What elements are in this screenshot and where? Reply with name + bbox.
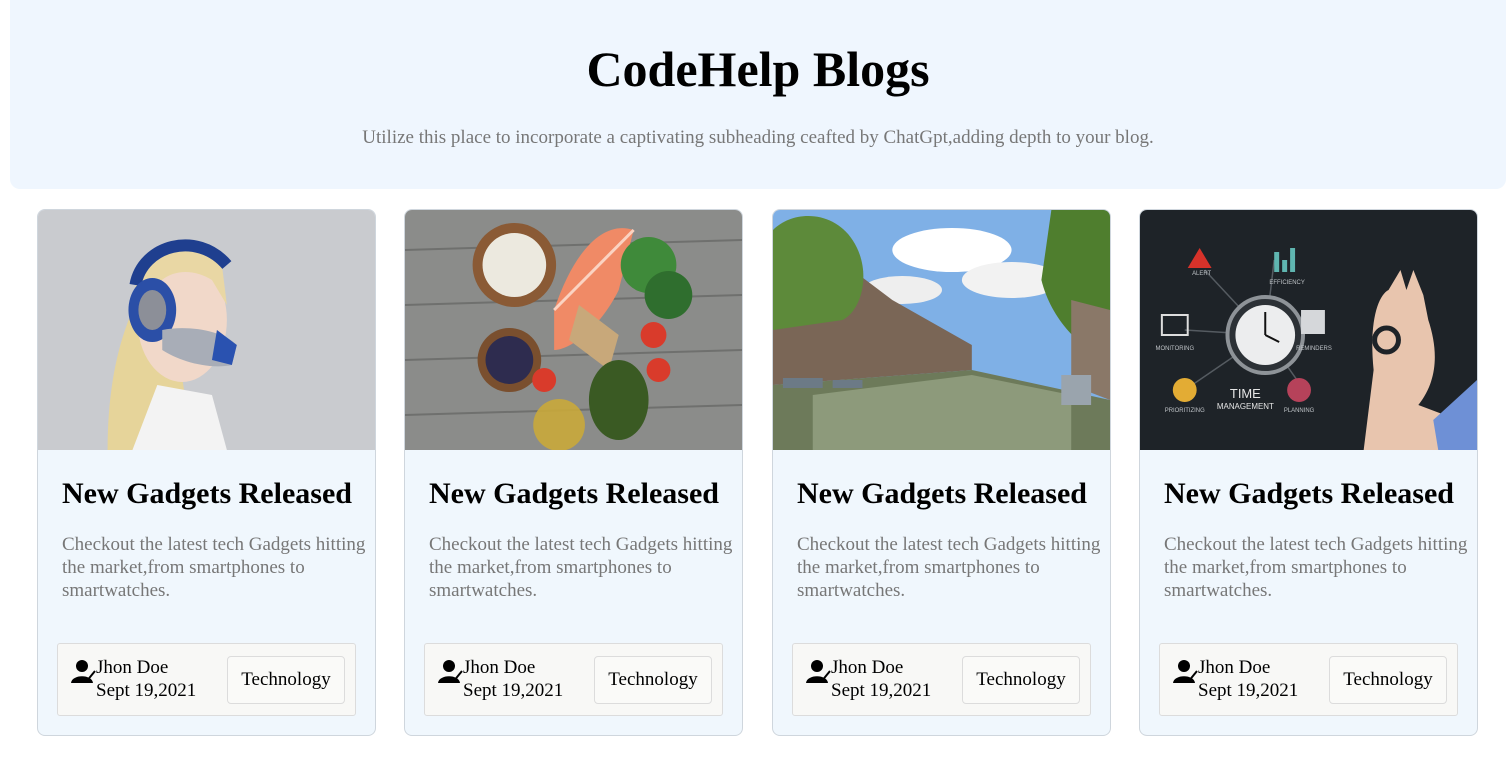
time-management-label: PRIORITIZING (1165, 408, 1205, 414)
time-management-label: MONITORING (1156, 346, 1195, 352)
post-date: Sept 19,2021 (831, 680, 932, 701)
blog-card[interactable]: New Gadgets Released Checkout the latest… (772, 209, 1111, 736)
blog-card-image[interactable] (405, 210, 742, 450)
time-management-heading: MANAGEMENT (1217, 402, 1274, 411)
blog-card[interactable]: New Gadgets Released Checkout the latest… (37, 209, 376, 736)
blog-card-meta: Jhon Doe Sept 19,2021 Technology (424, 643, 723, 716)
blog-card-meta: Jhon Doe Sept 19,2021 Technology (57, 643, 356, 716)
category-tag[interactable]: Technology (1329, 656, 1447, 704)
page-title: CodeHelp Blogs (586, 41, 930, 97)
blog-card-grid: New Gadgets Released Checkout the latest… (37, 209, 1480, 737)
blog-card-title[interactable]: New Gadgets Released (429, 477, 742, 511)
user-avatar-icon (1173, 660, 1198, 683)
blog-card-description: Checkout the latest tech Gadgets hitting… (797, 534, 1101, 601)
blog-card-title[interactable]: New Gadgets Released (1164, 477, 1477, 511)
blog-card-image[interactable] (38, 210, 375, 450)
page-header: CodeHelp Blogs Utilize this place to inc… (10, 0, 1506, 189)
time-management-label: EFFICIENCY (1269, 280, 1304, 286)
blog-card-title[interactable]: New Gadgets Released (62, 477, 375, 511)
blog-card[interactable]: New Gadgets Released Checkout the latest… (404, 209, 743, 736)
author-name: Jhon Doe (1198, 657, 1271, 678)
time-management-photo: ALERT EFFICIENCY MONITORING REMINDERS PR… (1140, 210, 1477, 450)
headphone-mask-photo (38, 210, 375, 450)
user-avatar-icon (806, 660, 831, 683)
blog-card-image[interactable]: ALERT EFFICIENCY MONITORING REMINDERS PR… (1140, 210, 1477, 450)
healthy-food-photo (405, 210, 742, 450)
category-tag[interactable]: Technology (227, 656, 345, 704)
blog-card-image[interactable] (773, 210, 1110, 450)
time-management-label: PLANNING (1284, 408, 1315, 414)
post-date: Sept 19,2021 (1198, 680, 1299, 701)
blog-card[interactable]: ALERT EFFICIENCY MONITORING REMINDERS PR… (1139, 209, 1478, 736)
user-avatar-icon (71, 660, 96, 683)
author-name: Jhon Doe (96, 657, 169, 678)
page-subtitle: Utilize this place to incorporate a capt… (362, 127, 1154, 148)
post-date: Sept 19,2021 (463, 680, 564, 701)
canal-photo (773, 210, 1110, 450)
time-management-heading: TIME (1230, 386, 1261, 401)
blog-card-title[interactable]: New Gadgets Released (797, 477, 1110, 511)
author-name: Jhon Doe (831, 657, 904, 678)
blog-card-description: Checkout the latest tech Gadgets hitting… (62, 534, 366, 601)
user-avatar-icon (438, 660, 463, 683)
blog-card-meta: Jhon Doe Sept 19,2021 Technology (792, 643, 1091, 716)
blog-card-description: Checkout the latest tech Gadgets hitting… (1164, 534, 1468, 601)
category-tag[interactable]: Technology (594, 656, 712, 704)
blog-card-description: Checkout the latest tech Gadgets hitting… (429, 534, 733, 601)
category-tag[interactable]: Technology (962, 656, 1080, 704)
time-management-label: REMINDERS (1296, 346, 1332, 352)
time-management-label: ALERT (1192, 271, 1211, 277)
blog-card-meta: Jhon Doe Sept 19,2021 Technology (1159, 643, 1458, 716)
post-date: Sept 19,2021 (96, 680, 197, 701)
author-name: Jhon Doe (463, 657, 536, 678)
